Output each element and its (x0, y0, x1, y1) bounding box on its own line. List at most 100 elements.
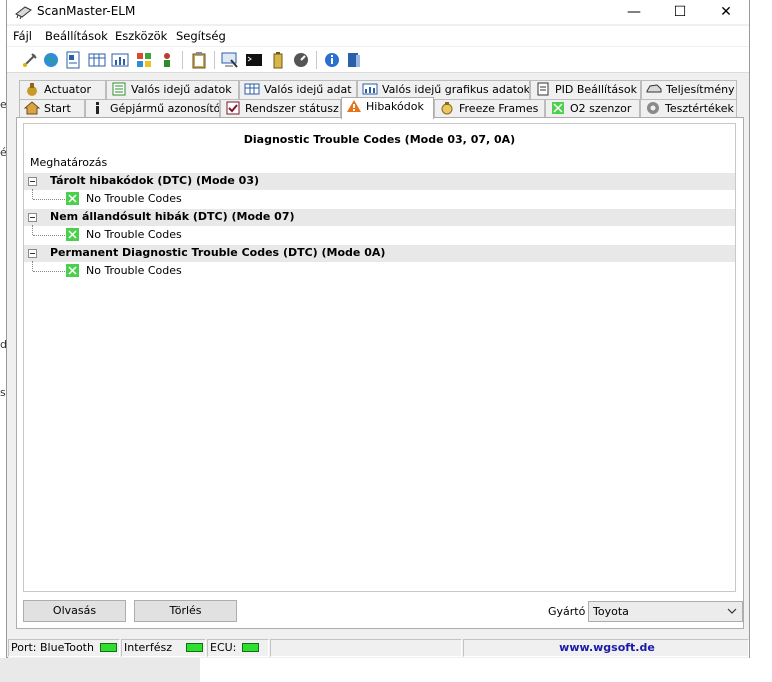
list-icon (112, 82, 126, 96)
tab-trouble-codes[interactable]: Hibakódok (341, 97, 434, 119)
globe-icon[interactable] (42, 51, 60, 69)
tab-freeze-frames[interactable]: Freeze Frames (434, 99, 545, 118)
tab-realtime-value[interactable]: Valós idejű adat (239, 80, 357, 99)
info-icon[interactable] (323, 51, 341, 69)
tree-line (33, 235, 65, 236)
table-icon[interactable] (88, 51, 106, 69)
status-bar: Port: BlueTooth Interfész ECU: www.wgsof… (8, 638, 749, 658)
menu-settings[interactable]: Beállítások (45, 29, 108, 43)
port-status: Port: BlueTooth (8, 639, 120, 657)
tab-label: Valós idejű adat (264, 83, 352, 96)
chart-icon (362, 83, 378, 95)
grid-icon (244, 83, 260, 95)
manufacturer-select[interactable]: Toyota (588, 601, 743, 622)
minimize-button[interactable]: — (611, 0, 657, 24)
manufacturer-label: Gyártó (548, 605, 586, 618)
tab-start[interactable]: Start (19, 99, 85, 118)
tab-realtime-data[interactable]: Valós idejű adatok (106, 80, 239, 99)
ok-status-icon (66, 264, 79, 277)
tab-system-status[interactable]: Rendszer státusz (220, 99, 341, 118)
clipboard-icon[interactable] (190, 51, 208, 69)
book-icon[interactable] (345, 51, 363, 69)
manufacturer-value: Toyota (593, 605, 629, 618)
close-button[interactable]: ✕ (703, 0, 749, 24)
collapse-toggle-icon[interactable] (28, 177, 37, 186)
tab-label: Teljesítmény (666, 83, 735, 96)
interface-label: Interfész (124, 641, 172, 654)
dtc-item[interactable]: No Trouble Codes (24, 261, 735, 280)
tab-test-values[interactable]: Tesztértékek (640, 99, 737, 118)
ecu-status: ECU: (207, 639, 269, 657)
document-icon (537, 82, 549, 96)
tab-performance[interactable]: Teljesítmény (641, 80, 737, 99)
desktop-background (750, 0, 772, 682)
tab-label: Freeze Frames (459, 102, 539, 115)
checklist-icon (226, 101, 240, 115)
clear-button[interactable]: Törlés (134, 600, 237, 622)
tab-label: Gépjármű azonosító (110, 102, 220, 115)
tab-vehicle-id[interactable]: Gépjármű azonosító (85, 99, 220, 118)
collapse-toggle-icon[interactable] (28, 249, 37, 258)
warning-icon (347, 100, 361, 112)
info-icon (96, 102, 99, 114)
group-label: Permanent Diagnostic Trouble Codes (DTC)… (50, 246, 386, 259)
home-icon (24, 101, 40, 115)
app-window: ScanMaster-ELM — ☐ ✕ Fájl Beállítások Es… (6, 0, 750, 658)
dtc-item-label: No Trouble Codes (86, 228, 182, 241)
tab-label: Valós idejű adatok (131, 83, 232, 96)
windows-icon[interactable] (135, 51, 153, 69)
trouble-codes-panel: Diagnostic Trouble Codes (Mode 03, 07, 0… (16, 117, 744, 629)
interface-status: Interfész (121, 639, 206, 657)
title-bar: ScanMaster-ELM — ☐ ✕ (7, 0, 749, 24)
tree-line (33, 199, 65, 200)
id-card-icon[interactable] (64, 51, 82, 69)
gear-icon (647, 102, 659, 114)
snapshot-icon (441, 102, 453, 115)
port-label: Port: (11, 641, 37, 654)
chart-icon[interactable] (111, 51, 129, 69)
sensor-icon (552, 102, 564, 114)
tab-label: Rendszer státusz (245, 102, 339, 115)
read-button[interactable]: Olvasás (23, 600, 126, 622)
tab-pid-settings[interactable]: PID Beállítások (530, 80, 641, 99)
tab-label: Start (44, 102, 71, 115)
ok-status-icon (66, 192, 79, 205)
maximize-button[interactable]: ☐ (657, 0, 703, 24)
dtc-group-pending[interactable]: Nem állandósult hibák (DTC) (Mode 07) (24, 209, 735, 226)
tab-label: PID Beállítások (555, 83, 637, 96)
monitor-icon[interactable] (221, 51, 239, 69)
gauge-icon[interactable] (292, 51, 310, 69)
tab-label: Tesztértékek (665, 102, 734, 115)
connect-icon[interactable] (21, 51, 39, 69)
menu-help[interactable]: Segítség (176, 29, 226, 43)
tab-label: Hibakódok (366, 100, 424, 113)
dtc-item[interactable]: No Trouble Codes (24, 225, 735, 244)
app-chip-icon (15, 6, 32, 19)
background-window-edge (0, 658, 200, 682)
dtc-tree-view: Diagnostic Trouble Codes (Mode 03, 07, 0… (23, 123, 736, 592)
menu-file[interactable]: Fájl (13, 29, 32, 43)
tree-line (32, 225, 33, 235)
battery-icon[interactable] (269, 51, 287, 69)
status-message (270, 639, 462, 657)
tab-label: Valós idejű grafikus adatok (382, 83, 530, 96)
tab-actuator[interactable]: Actuator (19, 80, 106, 99)
dtc-group-permanent[interactable]: Permanent Diagnostic Trouble Codes (DTC)… (24, 245, 735, 262)
dtc-group-stored[interactable]: Tárolt hibakódok (DTC) (Mode 03) (24, 173, 735, 190)
car-icon (646, 84, 662, 93)
tree-line (32, 189, 33, 199)
actuator-icon (27, 83, 37, 96)
tab-o2-sensor[interactable]: O2 szenzor (545, 99, 640, 118)
window-title: ScanMaster-ELM (37, 4, 136, 18)
ecu-led-indicator (242, 643, 260, 652)
toolbar-separator (316, 51, 317, 69)
menu-tools[interactable]: Eszközök (115, 29, 167, 43)
collapse-toggle-icon[interactable] (28, 213, 37, 222)
website-link[interactable]: www.wgsoft.de (463, 639, 749, 657)
dtc-title: Diagnostic Trouble Codes (Mode 03, 07, 0… (243, 133, 516, 146)
person-icon[interactable] (158, 51, 176, 69)
column-header-definition: Meghatározás (30, 156, 108, 169)
dtc-item[interactable]: No Trouble Codes (24, 189, 735, 208)
tree-line (33, 271, 65, 272)
terminal-icon[interactable] (245, 51, 263, 69)
